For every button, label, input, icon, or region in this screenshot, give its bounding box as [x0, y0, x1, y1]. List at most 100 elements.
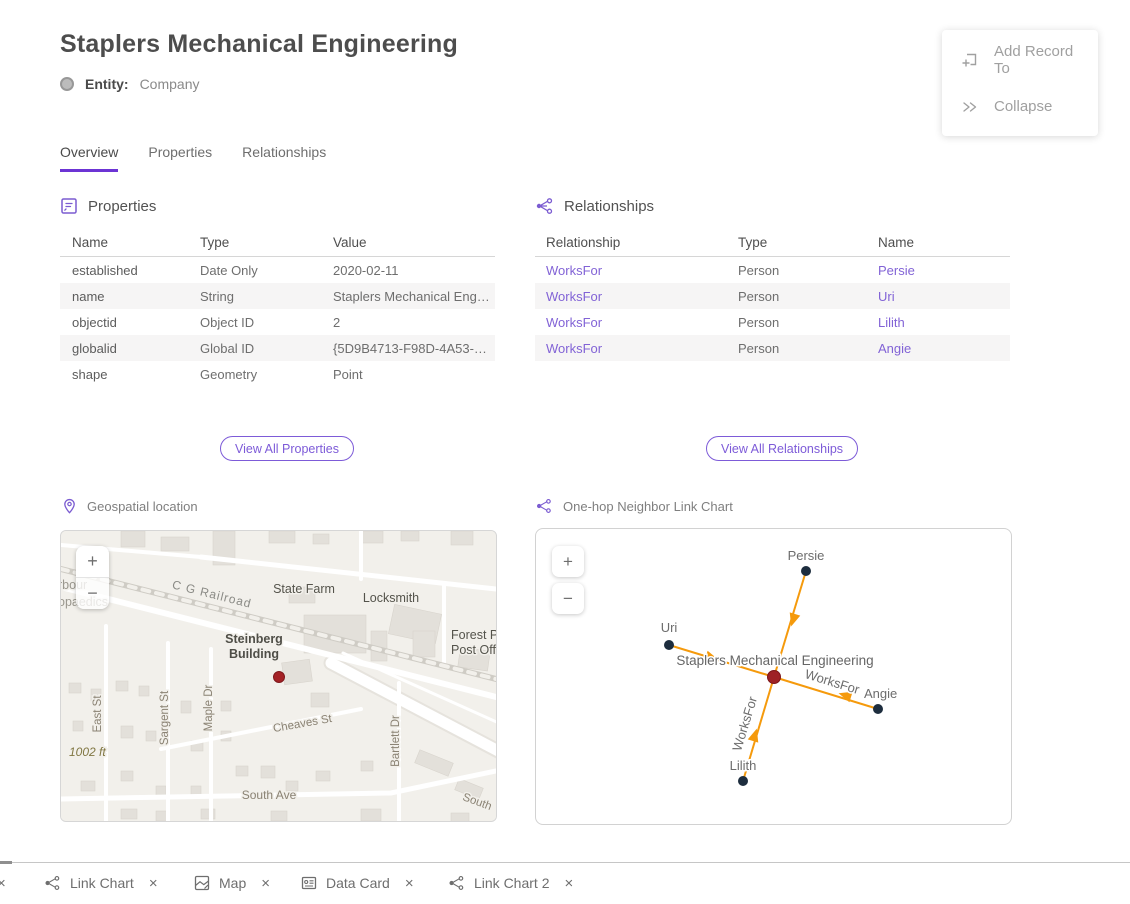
center-node-label: Staplers Mechanical Engineering: [676, 653, 873, 668]
add-record-icon: [961, 51, 979, 69]
map-label-forest-park-2: Post Offic: [451, 643, 496, 657]
tab-properties[interactable]: Properties: [148, 144, 212, 172]
view-all-properties-button[interactable]: View All Properties: [220, 436, 354, 461]
link-chart-icon: [535, 498, 553, 514]
properties-section-title: Properties: [88, 198, 156, 215]
tab-label: Link Chart: [70, 875, 134, 891]
map-zoom-control: + −: [76, 546, 109, 609]
table-row: objectid Object ID 2: [60, 309, 495, 335]
map-canvas: C G Railroad State Farm Locksmith Forest…: [61, 531, 496, 821]
table-row: globalid Global ID {5D9B4713-F98D-4A53-…: [60, 335, 495, 361]
map-label-maple-dr: Maple Dr: [203, 685, 215, 732]
close-icon[interactable]: ×: [405, 876, 414, 891]
tab-link-chart[interactable]: Link Chart ×: [44, 863, 158, 903]
map-label-bartlett-dr: Bartlett Dr: [390, 715, 402, 767]
link-chart-icon: [44, 875, 61, 891]
col-header-name: Name: [878, 235, 1010, 250]
collapse-icon: [961, 98, 979, 116]
link-chart-icon: [448, 875, 465, 891]
link-chart-section-header: One-hop Neighbor Link Chart: [535, 498, 733, 514]
entity-link[interactable]: Lilith: [878, 315, 905, 330]
map-icon: [194, 875, 210, 891]
relationship-link[interactable]: WorksFor: [546, 341, 602, 356]
map-label-east-st: East St: [92, 695, 104, 733]
table-row: WorksFor Person Angie: [535, 335, 1010, 361]
view-all-relationships-button[interactable]: View All Relationships: [706, 436, 858, 461]
node-label-persie: Persie: [788, 548, 825, 563]
close-icon[interactable]: ×: [564, 876, 573, 891]
map-label-south-ave: South Ave: [242, 788, 297, 802]
link-chart-view[interactable]: WorksFor WorksFor Staplers Mechanical En…: [535, 528, 1012, 825]
link-chart-nodes[interactable]: [664, 566, 883, 786]
entity-link[interactable]: Uri: [878, 289, 895, 304]
context-menu: Add Record To Collapse: [942, 30, 1098, 136]
page-title: Staplers Mechanical Engineering: [60, 30, 458, 59]
table-row: WorksFor Person Uri: [535, 283, 1010, 309]
relationship-link[interactable]: WorksFor: [546, 263, 602, 278]
tab-label: Link Chart 2: [474, 875, 549, 891]
menu-item-label: Add Record To: [994, 43, 1079, 77]
menu-item-add-record-to[interactable]: Add Record To: [942, 36, 1098, 83]
tab-truncated: ×: [0, 863, 6, 903]
properties-table-header: Name Type Value: [60, 229, 495, 257]
properties-table: Name Type Value established Date Only 20…: [60, 229, 495, 387]
map-label-state-farm: State Farm: [273, 582, 335, 596]
relationships-section-title: Relationships: [564, 198, 654, 215]
link-chart-zoom-control: + −: [552, 546, 584, 614]
close-icon[interactable]: ×: [149, 876, 158, 891]
map-point-marker[interactable]: [274, 672, 285, 683]
zoom-out-button[interactable]: −: [76, 577, 109, 609]
node-angie[interactable]: [873, 704, 883, 714]
properties-icon: [60, 197, 78, 215]
link-chart-canvas: WorksFor WorksFor Staplers Mechanical En…: [536, 529, 1011, 824]
data-card-icon: [301, 875, 317, 891]
edge-label-worksfor: WorksFor: [803, 666, 862, 697]
table-row: name String Staplers Mechanical Eng…: [60, 283, 495, 309]
geospatial-section-header: Geospatial location: [62, 498, 198, 515]
menu-item-collapse[interactable]: Collapse: [942, 83, 1098, 130]
tab-label: Data Card: [326, 875, 390, 891]
tab-link-chart-2[interactable]: Link Chart 2 ×: [448, 863, 573, 903]
entity-type-value: Company: [140, 76, 200, 92]
relationships-table-header: Relationship Type Name: [535, 229, 1010, 257]
entity-link[interactable]: Persie: [878, 263, 915, 278]
tab-map[interactable]: Map ×: [194, 863, 270, 903]
tab-data-card[interactable]: Data Card ×: [301, 863, 414, 903]
close-icon[interactable]: ×: [261, 876, 270, 891]
close-icon[interactable]: ×: [0, 876, 6, 891]
col-header-type: Type: [200, 235, 333, 250]
node-label-uri: Uri: [661, 620, 678, 635]
entity-row: Entity: Company: [60, 76, 199, 92]
entity-type-icon: [60, 77, 74, 91]
geospatial-section-title: Geospatial location: [87, 499, 198, 514]
map-view[interactable]: C G Railroad State Farm Locksmith Forest…: [60, 530, 497, 822]
map-label-sargent-st: Sargent St: [159, 690, 171, 745]
node-center[interactable]: [768, 671, 781, 684]
table-row: established Date Only 2020-02-11: [60, 257, 495, 283]
tab-relationships[interactable]: Relationships: [242, 144, 326, 172]
zoom-out-button[interactable]: −: [552, 583, 584, 614]
menu-item-label: Collapse: [994, 98, 1052, 115]
table-row: shape Geometry Point: [60, 361, 495, 387]
entity-label: Entity:: [85, 76, 129, 92]
map-label-forest-park-1: Forest Par: [451, 628, 496, 642]
zoom-in-button[interactable]: +: [76, 546, 109, 577]
properties-section-header: Properties: [60, 197, 156, 215]
node-lilith[interactable]: [738, 776, 748, 786]
node-persie[interactable]: [801, 566, 811, 576]
node-label-angie: Angie: [864, 686, 897, 701]
link-chart-section-title: One-hop Neighbor Link Chart: [563, 499, 733, 514]
relationship-link[interactable]: WorksFor: [546, 289, 602, 304]
tab-overview[interactable]: Overview: [60, 144, 118, 172]
map-scale-label: 1002 ft: [69, 745, 106, 759]
relationships-section-header: Relationships: [535, 197, 654, 215]
tab-bar: Overview Properties Relationships: [60, 144, 326, 172]
node-uri[interactable]: [664, 640, 674, 650]
entity-link[interactable]: Angie: [878, 341, 911, 356]
relationships-icon: [535, 197, 554, 215]
relationship-link[interactable]: WorksFor: [546, 315, 602, 330]
relationships-table: Relationship Type Name WorksFor Person P…: [535, 229, 1010, 361]
edge-label-worksfor: WorksFor: [729, 694, 760, 753]
node-label-lilith: Lilith: [730, 758, 757, 773]
zoom-in-button[interactable]: +: [552, 546, 584, 577]
